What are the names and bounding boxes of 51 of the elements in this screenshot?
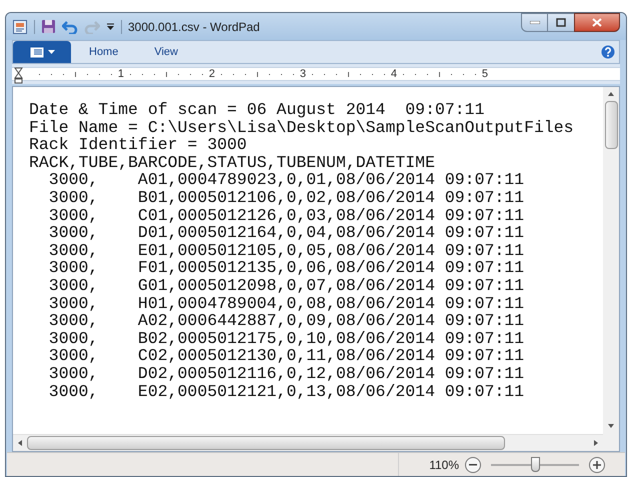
text-line: 3000, C01,0005012126,0,03,08/06/2014 09:07:11 [48, 206, 526, 224]
plus-icon [593, 460, 601, 468]
text-line: 3000, H01,0004789004,0,08,08/06/2014 09:07:11 [48, 294, 526, 312]
ruler-number: 3 [300, 68, 306, 80]
text-line: 3000, F01,0005012135,0,06,08/06/2014 09:07:11 [48, 259, 526, 277]
text-line: 3000, B02,0005012175,0,10,08/06/2014 09:07:11 [48, 330, 526, 348]
window-title: 3000.001.csv - WordPad [128, 18, 260, 36]
text-line: 3000, C02,0005012130,0,11,08/06/2014 09:07:11 [48, 347, 526, 365]
minimize-icon [530, 21, 540, 24]
restore-icon [556, 18, 566, 27]
ribbon-tab[interactable]: View [136, 41, 196, 63]
text-line: Rack Identifier = 3000 [29, 136, 247, 154]
minimize-button[interactable] [521, 13, 548, 32]
text-line: 3000, G01,0005012098,0,07,08/06/2014 09:07:11 [48, 276, 526, 295]
horizontal-scrollbar[interactable] [13, 434, 603, 451]
text-line: 3000, E02,0005012121,0,13,08/06/2014 09:07:11 [48, 382, 526, 400]
text-line: 3000, A02,0006442887,0,09,08/06/2014 09:07:11 [48, 312, 526, 330]
help-icon[interactable] [601, 45, 615, 59]
text-line: 3000, B01,0005012106,0,02,08/06/2014 09:07:11 [48, 188, 526, 207]
file-menu-button[interactable] [13, 41, 71, 63]
close-icon [592, 18, 602, 27]
scrollbar-thumb[interactable] [604, 101, 618, 149]
zoom-level: 110% [429, 456, 459, 474]
zoom-out-button[interactable] [465, 456, 481, 472]
ruler-number: 1 [118, 68, 124, 80]
scrollbar-thumb[interactable] [27, 436, 505, 450]
document-icon [30, 46, 44, 58]
ruler-number: 5 [482, 68, 488, 80]
zoom-slider[interactable] [491, 457, 579, 472]
text-line: 3000, D02,0005012116,0,12,08/06/2014 09:07:11 [48, 364, 526, 382]
ribbon-tab[interactable]: Home [71, 41, 136, 63]
text-line: RACK,TUBE,BARCODE,STATUS,TUBENUM,DATETIME [29, 154, 436, 172]
zoom-slider-thumb[interactable] [530, 457, 540, 472]
indent-marker-icon[interactable] [14, 67, 23, 84]
zoom-in-button[interactable] [589, 456, 605, 472]
close-button[interactable] [574, 13, 620, 32]
maximize-button[interactable] [548, 13, 574, 32]
caret-icon [48, 50, 54, 54]
dropdown-icon[interactable] [106, 22, 115, 31]
minus-icon [469, 464, 477, 466]
text-line: 3000, A01,0004789023,0,01,08/06/2014 09:07:11 [48, 171, 526, 189]
undo-icon[interactable] [62, 20, 78, 34]
vertical-scrollbar[interactable] [603, 87, 619, 451]
save-icon[interactable] [41, 19, 56, 34]
text-line: 3000, D01,0005012164,0,04,08/06/2014 09:07:11 [48, 224, 526, 242]
ruler-number: 2 [208, 68, 215, 80]
text-line: File Name = C:\Users\Lisa\Desktop\SampleScanOutputFiles [29, 118, 575, 136]
document-app-icon[interactable] [12, 18, 28, 34]
ruler-number: 4 [390, 68, 397, 80]
text-line: 3000, E01,0005012105,0,05,08/06/2014 09:07:11 [48, 242, 526, 260]
text-line: Date & Time of scan = 06 August 2014 09:07:11 [29, 101, 486, 119]
